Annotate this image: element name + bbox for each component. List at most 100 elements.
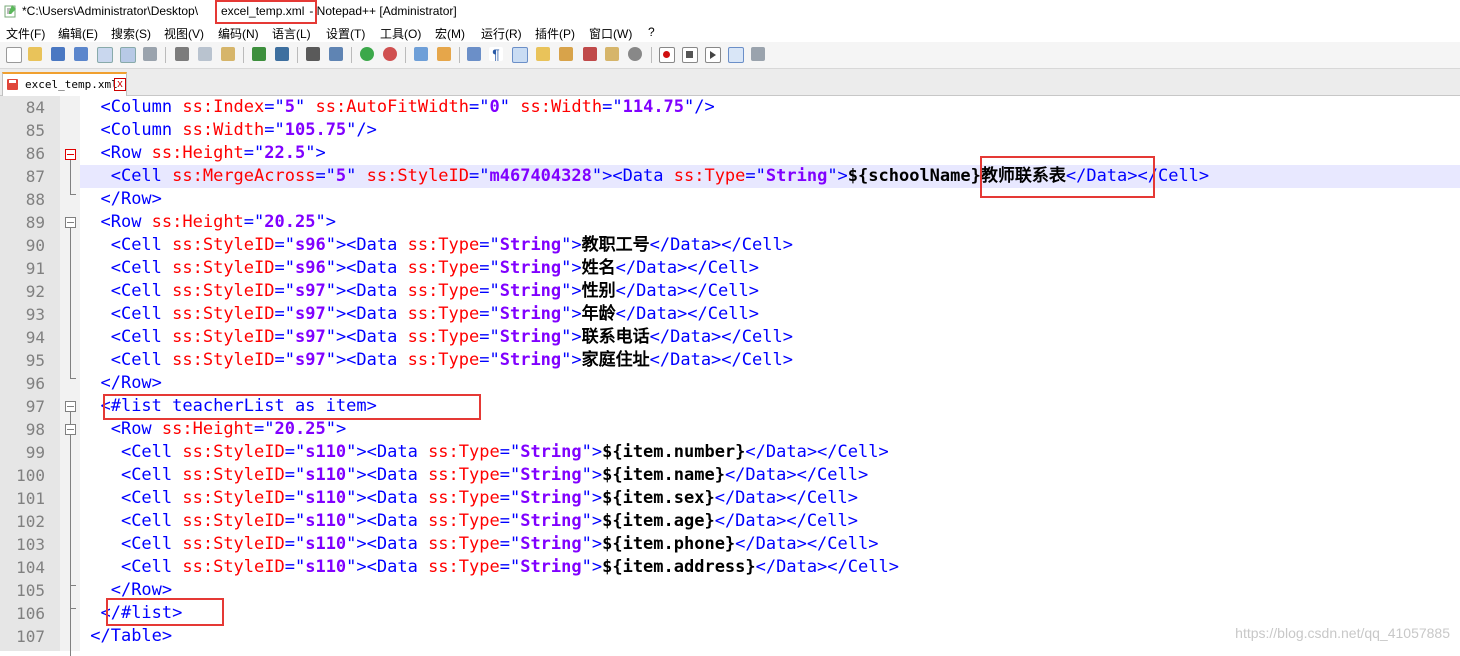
code-token: 114.75 xyxy=(622,97,685,117)
code-line[interactable]: <Cell ss:StyleID="s97"><Data ss:Type="St… xyxy=(80,326,793,349)
fold-collapse-icon[interactable] xyxy=(65,217,76,228)
code-token: ss:Type xyxy=(407,304,480,324)
fold-collapse-icon[interactable] xyxy=(65,401,76,412)
menu-window[interactable]: 窗口(W) xyxy=(589,25,632,42)
cut-icon[interactable] xyxy=(175,47,189,61)
save-icon[interactable] xyxy=(51,47,65,61)
sync-v-icon[interactable] xyxy=(414,47,428,61)
code-line[interactable]: <Cell ss:StyleID="s97"><Data ss:Type="St… xyxy=(80,303,759,326)
code-token: 教职工号 xyxy=(581,235,650,255)
menu-view[interactable]: 视图(V) xyxy=(164,25,204,42)
code-token: ss:Type xyxy=(407,281,480,301)
title-path: *C:\Users\Administrator\Desktop\ xyxy=(22,4,199,18)
paste-icon[interactable] xyxy=(221,47,235,61)
save-macro-icon[interactable] xyxy=(751,47,765,61)
code-line[interactable]: </Row> xyxy=(80,188,161,211)
menu-plugins[interactable]: 插件(P) xyxy=(535,25,575,42)
indent-guide-icon[interactable] xyxy=(512,47,528,63)
monitor-icon[interactable] xyxy=(628,47,642,61)
lang-udl-icon[interactable] xyxy=(536,47,550,61)
code-token: s97 xyxy=(294,327,326,347)
code-token: 105.75 xyxy=(284,120,347,140)
code-token: =" xyxy=(499,557,521,577)
tab-bar: excel_temp.xml x xyxy=(0,69,1460,96)
record-macro-icon[interactable] xyxy=(659,47,675,63)
menu-help[interactable]: ? xyxy=(648,25,655,39)
code-token: 姓名 xyxy=(581,258,616,278)
menu-run[interactable]: 运行(R) xyxy=(481,25,522,42)
find-icon[interactable] xyxy=(306,47,320,61)
code-token: </Row> xyxy=(100,373,162,393)
zoom-in-icon[interactable] xyxy=(360,47,374,61)
code-line[interactable]: </Table> xyxy=(80,625,172,648)
code-token: =" xyxy=(499,488,521,508)
sync-h-icon[interactable] xyxy=(437,47,451,61)
play-macro-icon[interactable] xyxy=(705,47,721,63)
doc-map-icon[interactable] xyxy=(559,47,573,61)
print-icon[interactable] xyxy=(143,47,157,61)
new-file-icon[interactable] xyxy=(6,47,22,63)
code-token: String xyxy=(765,166,828,186)
menu-tools[interactable]: 工具(O) xyxy=(380,25,421,42)
code-token: =" xyxy=(479,235,500,255)
code-line[interactable]: <Cell ss:StyleID="s110"><Data ss:Type="S… xyxy=(80,556,899,579)
code-line[interactable]: <Cell ss:StyleID="s110"><Data ss:Type="S… xyxy=(80,441,889,464)
code-token: =" xyxy=(274,258,295,278)
menu-search[interactable]: 搜索(S) xyxy=(111,25,151,42)
word-wrap-icon[interactable] xyxy=(467,47,481,61)
close-all-icon[interactable] xyxy=(120,47,136,63)
save-all-icon[interactable] xyxy=(74,47,88,61)
code-token: "><Data xyxy=(346,557,429,577)
code-token: ss:Type xyxy=(428,488,500,508)
code-line[interactable]: <Column ss:Width="105.75"/> xyxy=(80,119,376,142)
code-line[interactable]: <Row ss:Height="22.5"> xyxy=(80,142,325,165)
code-line[interactable]: <Cell ss:StyleID="s97"><Data ss:Type="St… xyxy=(80,280,759,303)
code-token: "> xyxy=(561,235,582,255)
open-icon[interactable] xyxy=(28,47,42,61)
all-chars-icon[interactable]: ¶ xyxy=(489,47,503,61)
menu-file[interactable]: 文件(F) xyxy=(6,25,45,42)
code-line[interactable]: <Cell ss:StyleID="s97"><Data ss:Type="St… xyxy=(80,349,793,372)
function-list-icon[interactable] xyxy=(583,47,597,61)
fold-collapse-icon[interactable] xyxy=(65,424,76,435)
replace-icon[interactable] xyxy=(329,47,343,61)
code-token: 联系电话 xyxy=(581,327,650,347)
code-line[interactable]: <Row ss:Height="20.25"> xyxy=(80,418,346,441)
code-line[interactable]: </Row> xyxy=(80,372,162,395)
fold-collapse-icon[interactable] xyxy=(65,149,76,160)
code-line[interactable]: <Cell ss:StyleID="s110"><Data ss:Type="S… xyxy=(80,533,879,556)
code-token: "><Data xyxy=(325,281,408,301)
code-token: =" xyxy=(284,534,306,554)
menu-macro[interactable]: 宏(M) xyxy=(435,25,465,42)
run-macro-multiple-icon[interactable] xyxy=(728,47,744,63)
zoom-out-icon[interactable] xyxy=(383,47,397,61)
redo-icon[interactable] xyxy=(275,47,289,61)
code-token: <Row xyxy=(100,212,152,232)
tab-excel-temp[interactable]: excel_temp.xml x xyxy=(2,72,127,96)
menu-settings[interactable]: 设置(T) xyxy=(326,25,365,42)
folder-workspace-icon[interactable] xyxy=(605,47,619,61)
code-line[interactable]: <Cell ss:StyleID="s96"><Data ss:Type="St… xyxy=(80,257,759,280)
code-token: 0 xyxy=(489,97,500,117)
tab-close-icon[interactable]: x xyxy=(114,78,126,91)
menu-encoding[interactable]: 编码(N) xyxy=(218,25,259,42)
undo-icon[interactable] xyxy=(252,47,266,61)
code-token: ss:Type xyxy=(428,534,500,554)
code-line[interactable]: <Cell ss:StyleID="s96"><Data ss:Type="St… xyxy=(80,234,793,257)
menu-language[interactable]: 语言(L) xyxy=(272,25,311,42)
code-line[interactable]: <Cell ss:StyleID="s110"><Data ss:Type="S… xyxy=(80,464,868,487)
code-line[interactable]: <Cell ss:StyleID="s110"><Data ss:Type="S… xyxy=(80,487,858,510)
code-token: ss:StyleID xyxy=(182,465,285,485)
code-token: 20.25 xyxy=(274,419,326,439)
code-line[interactable]: <Cell ss:StyleID="s110"><Data ss:Type="S… xyxy=(80,510,858,533)
code-line[interactable]: <Column ss:Index="5" ss:AutoFitWidth="0"… xyxy=(80,96,714,119)
stop-record-icon[interactable] xyxy=(682,47,698,63)
menu-edit[interactable]: 编辑(E) xyxy=(58,25,98,42)
close-icon[interactable] xyxy=(97,47,113,63)
code-line[interactable]: <Row ss:Height="20.25"> xyxy=(80,211,335,234)
copy-icon[interactable] xyxy=(198,47,212,61)
